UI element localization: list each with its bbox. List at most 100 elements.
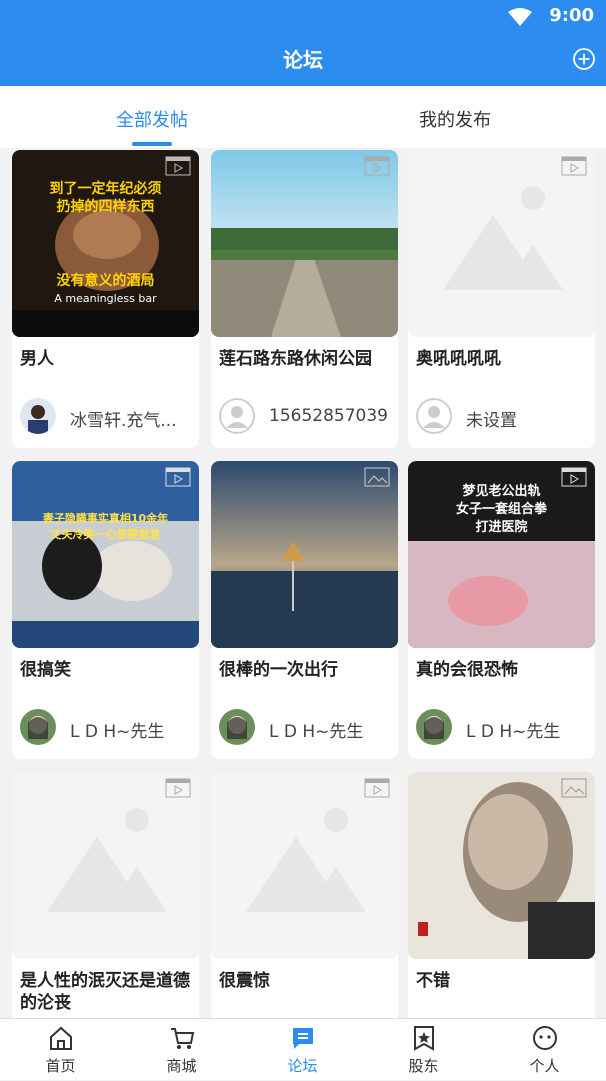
post-author[interactable]: 未设置 <box>416 398 591 434</box>
author-name: 15652857039 <box>269 406 388 426</box>
nav-forum[interactable]: 论坛 <box>242 1019 363 1081</box>
author-name: L D H~先生 <box>70 722 165 742</box>
post-card[interactable]: 很棒的一次出行 L D H~先生 <box>211 461 398 759</box>
post-author[interactable]: L D H~先生 <box>20 709 195 745</box>
post-thumbnail[interactable] <box>211 461 398 648</box>
caption-line: 没有意义的酒局 <box>56 273 155 289</box>
nav-shop[interactable]: 商城 <box>121 1019 242 1081</box>
post-card[interactable]: 妻子隐瞒事实真相10余年 丈夫冷笑一心想要报复 很搞笑 L D H~先生 <box>12 461 199 759</box>
profile-icon <box>533 1026 557 1050</box>
thumbnail-image <box>408 772 595 959</box>
post-card[interactable]: 到了一定年纪必须 扔掉的四样东西 没有意义的酒局 A meaningless b… <box>12 150 199 448</box>
post-title[interactable]: 男人 <box>20 348 192 370</box>
nav-label: 首页 <box>45 1057 76 1075</box>
post-grid[interactable]: 到了一定年纪必须 扔掉的四样东西 没有意义的酒局 A meaningless b… <box>0 150 606 1018</box>
nav-profile[interactable]: 个人 <box>484 1019 605 1081</box>
post-thumbnail[interactable] <box>211 772 398 959</box>
post-author[interactable]: L D H~先生 <box>416 709 591 745</box>
video-badge-icon <box>561 156 587 176</box>
video-badge-icon <box>165 778 191 798</box>
video-badge-icon <box>364 156 390 176</box>
image-badge-icon <box>561 778 587 798</box>
video-badge-icon <box>364 778 390 798</box>
thumbnail-image <box>12 150 199 337</box>
nav-label: 股东 <box>408 1057 439 1075</box>
caption-line: 扔掉的四样东西 <box>56 199 155 215</box>
post-thumbnail[interactable]: 梦见老公出轨 女子一套组合拳 打进医院 <box>408 461 595 648</box>
status-bar: 9:00 <box>0 0 606 32</box>
caption-line: A meaningless bar <box>54 292 157 305</box>
nav-shareholder[interactable]: 股东 <box>363 1019 484 1081</box>
post-card[interactable]: 莲石路东路休闲公园 15652857039 <box>211 150 398 448</box>
caption-line: 到了一定年纪必须 <box>49 181 162 197</box>
post-card[interactable]: 是人性的泯灭还是道德的沦丧 <box>12 772 199 1018</box>
video-badge-icon <box>561 467 587 487</box>
image-placeholder-icon <box>47 808 167 912</box>
post-card[interactable]: 奥吼吼吼吼 未设置 <box>408 150 595 448</box>
post-author[interactable]: 15652857039 <box>219 398 394 434</box>
post-thumbnail[interactable] <box>211 150 398 337</box>
thumbnail-caption-top: 到了一定年纪必须 扔掉的四样东西 <box>12 180 199 216</box>
nav-label: 论坛 <box>287 1057 318 1075</box>
post-card[interactable]: 不错 <box>408 772 595 1018</box>
forum-icon <box>293 1028 313 1049</box>
nav-home[interactable]: 首页 <box>0 1019 121 1081</box>
avatar[interactable] <box>416 709 452 745</box>
caption-line: 女子一套组合拳 <box>455 502 547 517</box>
post-card[interactable]: 很震惊 <box>211 772 398 1018</box>
default-avatar-icon[interactable] <box>219 398 255 434</box>
image-placeholder-icon <box>246 808 366 912</box>
thumbnail-image <box>211 150 398 337</box>
thumbnail-caption: 妻子隐瞒事实真相10余年 丈夫冷笑一心想要报复 <box>12 511 199 543</box>
post-title[interactable]: 奥吼吼吼吼 <box>416 348 588 370</box>
post-thumbnail[interactable] <box>408 772 595 959</box>
caption-line: 丈夫冷笑一心想要报复 <box>50 528 161 541</box>
app-header: 论坛 <box>0 32 606 86</box>
default-avatar-icon[interactable] <box>416 398 452 434</box>
post-thumbnail[interactable] <box>12 772 199 959</box>
wifi-icon <box>508 8 532 26</box>
post-author[interactable]: 冰雪轩.充气... <box>20 398 195 434</box>
thumbnail-caption: 梦见老公出轨 女子一套组合拳 打进医院 <box>408 483 595 537</box>
nav-label: 个人 <box>529 1057 560 1075</box>
post-thumbnail[interactable]: 妻子隐瞒事实真相10余年 丈夫冷笑一心想要报复 <box>12 461 199 648</box>
shareholder-icon <box>414 1026 434 1051</box>
post-thumbnail[interactable] <box>408 150 595 337</box>
post-title[interactable]: 真的会很恐怖 <box>416 659 588 681</box>
add-post-button[interactable] <box>572 47 596 71</box>
post-title[interactable]: 莲石路东路休闲公园 <box>219 348 391 370</box>
post-title[interactable]: 不错 <box>416 970 588 992</box>
post-title[interactable]: 很搞笑 <box>20 659 192 681</box>
post-thumbnail[interactable]: 到了一定年纪必须 扔掉的四样东西 没有意义的酒局 A meaningless b… <box>12 150 199 337</box>
bottom-navigation: 首页 商城 论坛 股东 个人 <box>0 1018 606 1080</box>
author-name: L D H~先生 <box>466 722 561 742</box>
status-time: 9:00 <box>549 5 594 26</box>
post-title[interactable]: 很棒的一次出行 <box>219 659 391 681</box>
author-name: L D H~先生 <box>269 722 364 742</box>
video-badge-icon <box>165 467 191 487</box>
page-title: 论坛 <box>283 48 323 72</box>
post-title[interactable]: 是人性的泯灭还是道德的沦丧 <box>20 970 192 1014</box>
post-author[interactable]: L D H~先生 <box>219 709 394 745</box>
active-tab-indicator <box>132 142 172 146</box>
home-icon <box>50 1026 72 1050</box>
tab-my-posts[interactable]: 我的发布 <box>355 106 555 132</box>
avatar[interactable] <box>219 709 255 745</box>
image-badge-icon <box>364 467 390 487</box>
avatar[interactable] <box>20 398 56 434</box>
image-placeholder-icon <box>443 186 563 290</box>
avatar[interactable] <box>20 709 56 745</box>
caption-line: 妻子隐瞒事实真相10余年 <box>42 512 169 525</box>
nav-label: 商城 <box>166 1057 197 1075</box>
author-name: 冰雪轩.充气... <box>70 411 177 431</box>
video-badge-icon <box>165 156 191 176</box>
thumbnail-image <box>12 461 199 648</box>
tab-all-posts[interactable]: 全部发帖 <box>52 106 252 132</box>
post-title[interactable]: 很震惊 <box>219 970 391 992</box>
thumbnail-image <box>211 461 398 648</box>
tab-bar: 全部发帖 我的发布 <box>0 86 606 148</box>
cart-icon <box>171 1028 195 1049</box>
caption-line: 打进医院 <box>475 520 528 535</box>
thumbnail-caption-bottom: 没有意义的酒局 A meaningless bar <box>12 272 199 308</box>
post-card[interactable]: 梦见老公出轨 女子一套组合拳 打进医院 真的会很恐怖 L D H~先生 <box>408 461 595 759</box>
